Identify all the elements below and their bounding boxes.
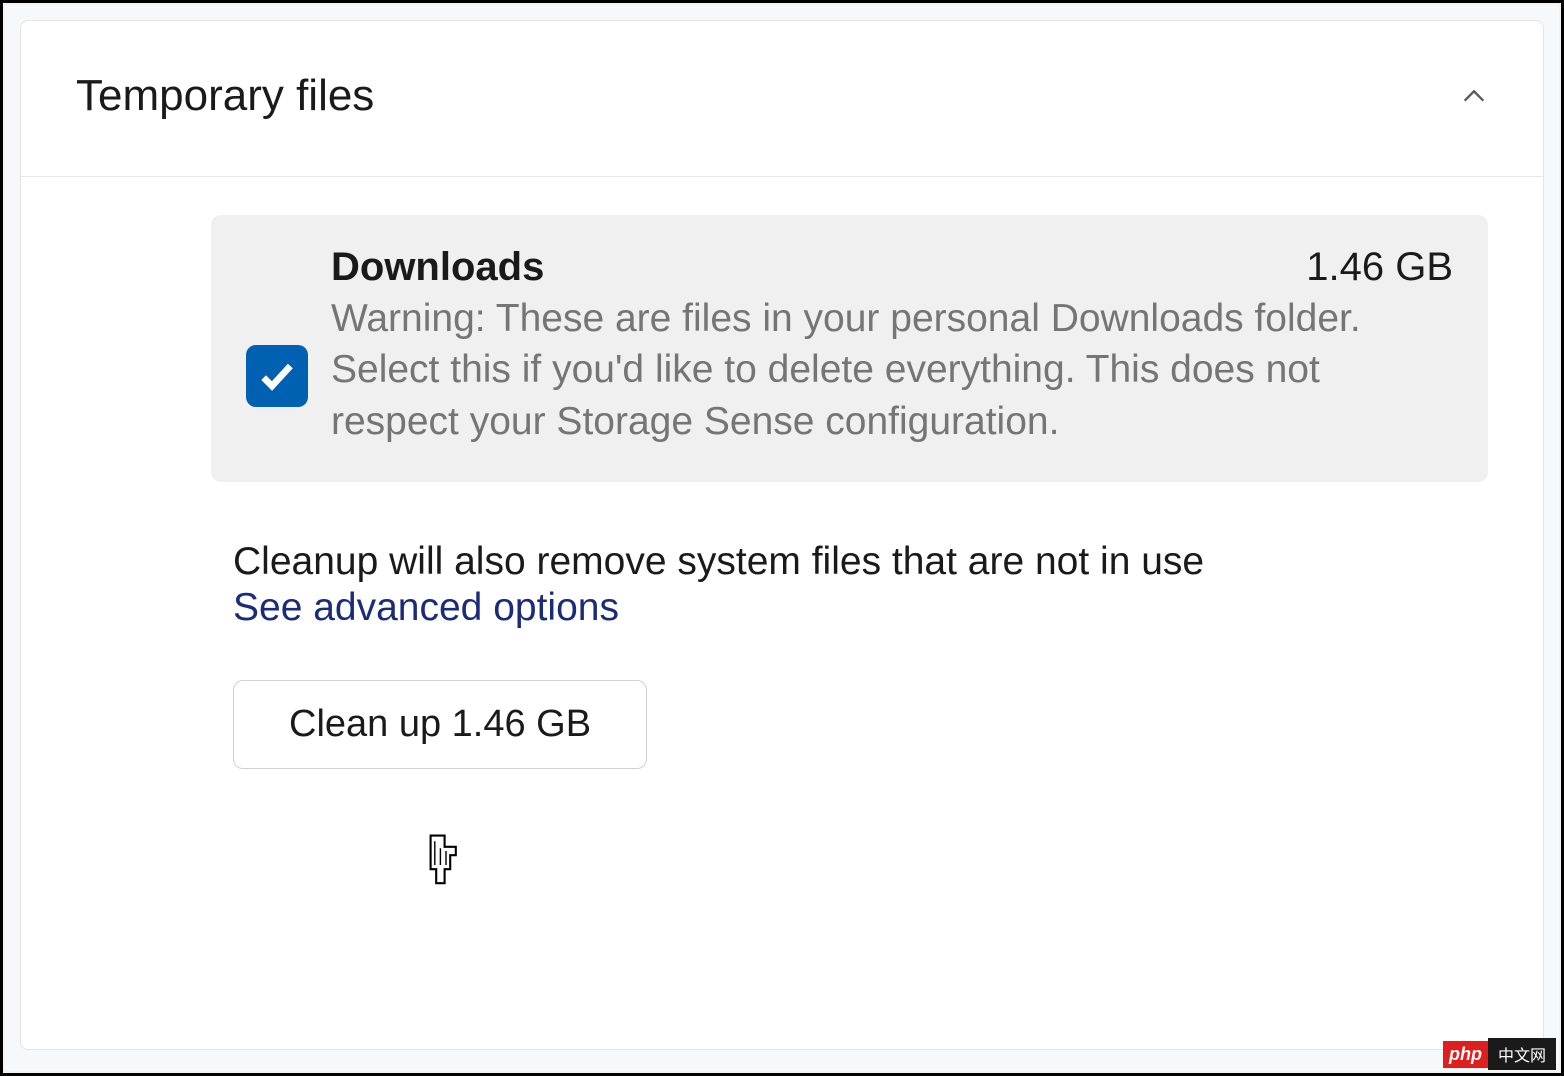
checkbox-wrapper <box>246 245 308 407</box>
panel-title: Temporary files <box>76 71 374 121</box>
settings-container: Temporary files Downloads <box>5 5 1559 1071</box>
item-description: Warning: These are files in your persona… <box>331 293 1453 447</box>
checkmark-icon <box>257 356 297 396</box>
temporary-files-panel: Temporary files Downloads <box>20 20 1544 1050</box>
item-title: Downloads <box>331 245 544 290</box>
watermark-right: 中文网 <box>1488 1038 1556 1070</box>
panel-body: Downloads 1.46 GB Warning: These are fil… <box>21 177 1543 809</box>
item-content: Downloads 1.46 GB Warning: These are fil… <box>326 245 1453 447</box>
item-size: 1.46 GB <box>1306 245 1453 290</box>
item-header: Downloads 1.46 GB <box>331 245 1453 290</box>
cleanup-info-text: Cleanup will also remove system files th… <box>233 540 1488 584</box>
panel-header[interactable]: Temporary files <box>21 21 1543 177</box>
downloads-item-card[interactable]: Downloads 1.46 GB Warning: These are fil… <box>211 215 1488 482</box>
watermark: php 中文网 <box>1443 1038 1556 1070</box>
downloads-checkbox[interactable] <box>246 345 308 407</box>
advanced-options-link[interactable]: See advanced options <box>233 586 619 630</box>
info-section: Cleanup will also remove system files th… <box>211 540 1488 769</box>
chevron-up-icon <box>1460 82 1488 110</box>
cleanup-button[interactable]: Clean up 1.46 GB <box>233 680 647 769</box>
watermark-left: php <box>1443 1041 1488 1068</box>
